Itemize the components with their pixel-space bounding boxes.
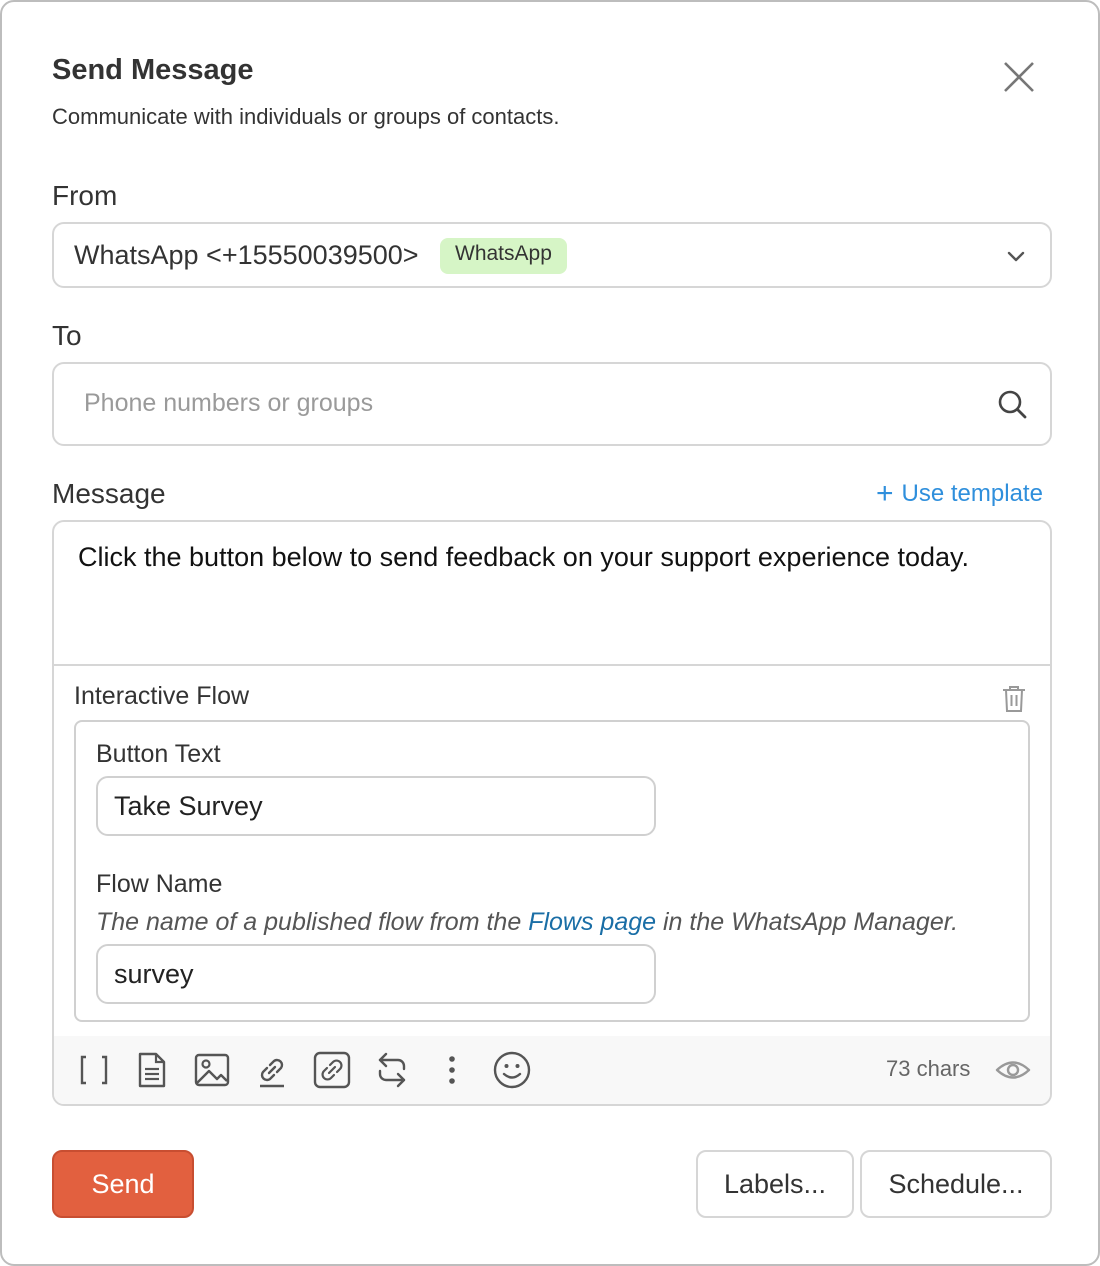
close-icon[interactable] [998, 56, 1040, 98]
use-template-label: Use template [901, 480, 1043, 507]
plus-icon: + [876, 477, 894, 510]
preview-icon[interactable] [994, 1052, 1032, 1088]
char-count: 73 chars [886, 1056, 971, 1081]
help-text-before: The name of a published flow from the [96, 908, 529, 936]
to-label: To [52, 320, 82, 351]
from-select[interactable]: WhatsApp <+15550039500> WhatsApp [52, 222, 1052, 288]
emoji-icon[interactable] [492, 1050, 532, 1090]
flow-name-help: The name of a published flow from the Fl… [96, 908, 958, 937]
send-message-dialog: Send Message Communicate with individual… [0, 0, 1100, 1266]
from-label: From [52, 180, 118, 211]
button-text-input[interactable] [96, 776, 656, 836]
labels-button[interactable]: Labels... [696, 1150, 854, 1218]
message-toolbar: 73 chars [54, 1036, 1050, 1104]
use-template-link[interactable]: + Use template [876, 477, 1043, 510]
search-icon[interactable] [996, 388, 1028, 420]
help-text-after: in the WhatsApp Manager. [656, 908, 959, 936]
more-icon[interactable] [432, 1050, 472, 1090]
dialog-title: Send Message [52, 54, 254, 86]
quick-replies-icon[interactable] [372, 1050, 412, 1090]
dialog-subtitle: Communicate with individuals or groups o… [52, 104, 560, 129]
channel-badge: WhatsApp [440, 238, 567, 274]
document-icon[interactable] [132, 1050, 172, 1090]
interactive-flow-section: Interactive Flow Button Text Flow Name T… [54, 664, 1050, 1036]
chevron-down-icon [1007, 251, 1025, 262]
schedule-button[interactable]: Schedule... [860, 1150, 1052, 1218]
flow-name-input[interactable] [96, 944, 656, 1004]
message-text[interactable]: Click the button below to send feedback … [78, 542, 969, 573]
message-editor: Click the button below to send feedback … [52, 520, 1052, 1106]
message-label: Message [52, 478, 166, 509]
url-button-icon[interactable] [312, 1050, 352, 1090]
button-text-label: Button Text [96, 740, 221, 768]
link-icon[interactable] [252, 1050, 292, 1090]
from-select-value: WhatsApp <+15550039500> [74, 240, 419, 270]
image-icon[interactable] [192, 1050, 232, 1090]
to-input[interactable] [84, 382, 964, 424]
flow-name-label: Flow Name [96, 870, 223, 898]
variables-icon[interactable] [74, 1050, 114, 1090]
flows-page-link[interactable]: Flows page [528, 908, 656, 936]
trash-icon[interactable] [1000, 684, 1028, 714]
send-button[interactable]: Send [52, 1150, 194, 1218]
to-field[interactable] [52, 362, 1052, 446]
flow-card: Button Text Flow Name The name of a publ… [74, 720, 1030, 1022]
interactive-flow-title: Interactive Flow [74, 682, 250, 710]
